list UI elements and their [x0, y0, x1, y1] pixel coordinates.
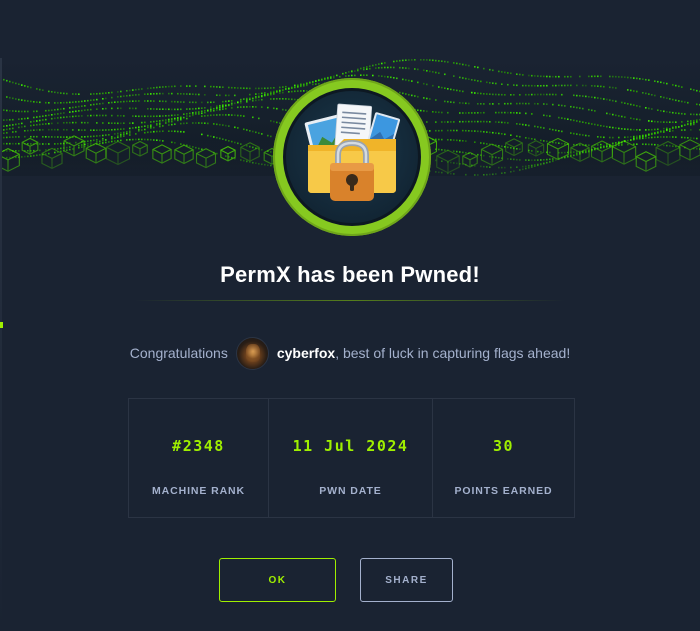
stats-panel: #2348 MACHINE RANK 11 Jul 2024 PWN DATE …	[128, 398, 575, 518]
share-button[interactable]: SHARE	[360, 558, 453, 602]
username: cyberfox	[276, 345, 336, 361]
stat-value: 11 Jul 2024	[292, 437, 409, 455]
stat-pwn-date: 11 Jul 2024 PWN DATE	[268, 399, 432, 517]
congrats-suffix: , best of luck in capturing flags ahead!	[335, 345, 571, 361]
stat-value: 30	[492, 437, 515, 455]
congrats-prefix: Congratulations	[129, 345, 228, 361]
stat-label: PWN DATE	[319, 485, 382, 497]
left-accent	[0, 322, 3, 328]
stat-machine-rank: #2348 MACHINE RANK	[129, 399, 268, 517]
user-avatar	[235, 336, 269, 370]
stat-value: #2348	[172, 437, 225, 455]
pwned-modal: PermX has been Pwned! Congratulations cy…	[0, 0, 700, 631]
stat-label: POINTS EARNED	[454, 485, 553, 497]
page-title: PermX has been Pwned!	[220, 262, 480, 287]
folder-lock-icon	[283, 88, 421, 226]
stat-points-earned: 30 POINTS EARNED	[432, 399, 574, 517]
modal-top	[0, 0, 700, 58]
stat-label: MACHINE RANK	[151, 485, 246, 497]
ok-button[interactable]: OK	[219, 558, 336, 602]
congratulations-message: Congratulations cyberfox , best of luck …	[0, 336, 700, 370]
machine-badge	[273, 78, 431, 236]
title-divider	[135, 300, 565, 301]
